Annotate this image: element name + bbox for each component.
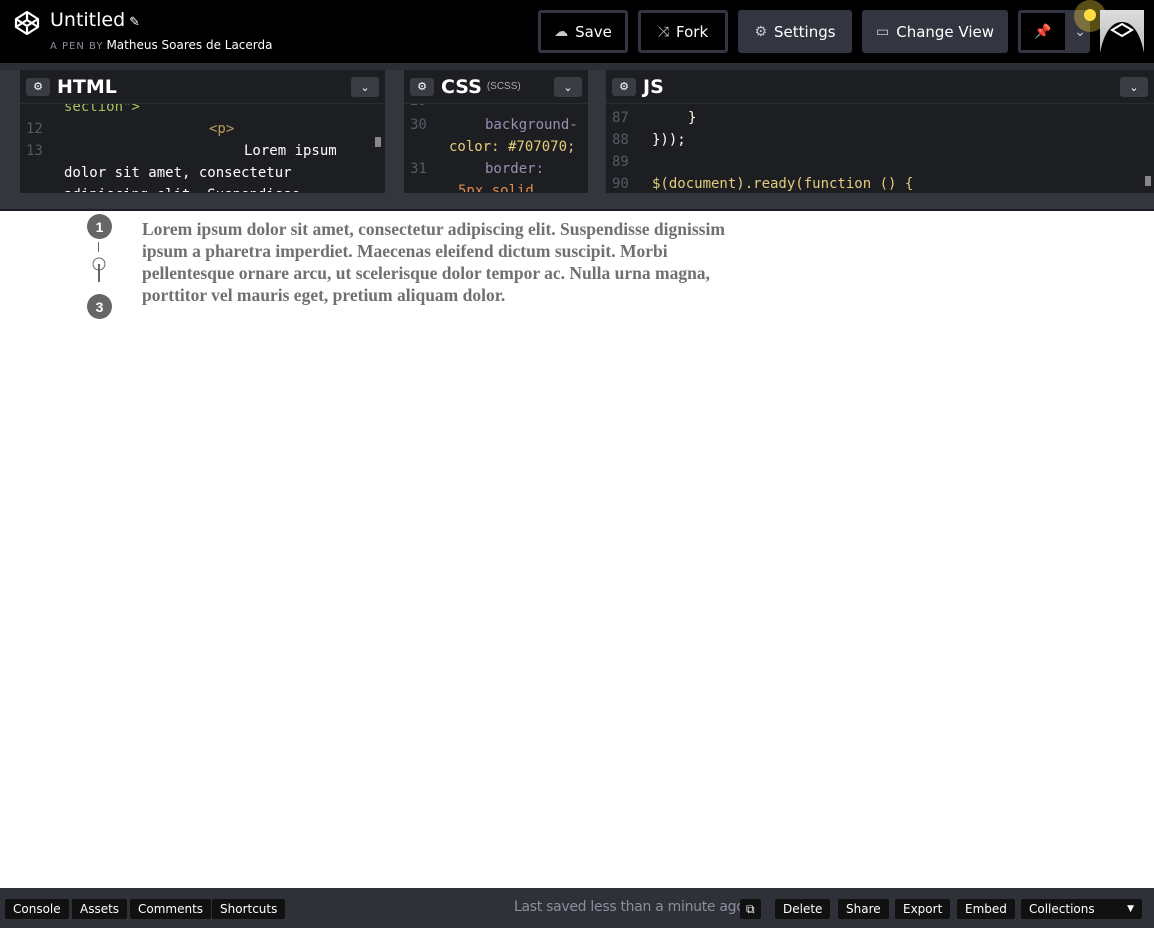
footer: Console Assets Comments Shortcuts Last s… [0,888,1154,928]
fork-icon: ⤨ [657,23,670,40]
gear-icon[interactable]: ⚙ [26,77,50,96]
embed-button[interactable]: Embed [957,899,1015,919]
gear-icon[interactable]: ⚙ [612,77,636,96]
scrollbar[interactable] [375,137,381,147]
console-button[interactable]: Console [5,899,69,919]
chevron-down-icon[interactable]: ⌄ [554,77,582,97]
pin-icon: 📌 [1034,23,1052,40]
save-button[interactable]: ☁ Save [538,10,628,53]
comments-button[interactable]: Comments [130,899,212,919]
divider [0,63,1154,70]
gear-icon[interactable]: ⚙ [410,77,434,96]
chevron-down-icon[interactable]: ⌄ [351,77,379,97]
pencil-icon[interactable]: ✎ [129,15,140,30]
preview-paragraph: Lorem ipsum dolor sit amet, consectetur … [142,219,725,305]
html-editor-header: ⚙ HTML ⌄ [20,70,385,104]
css-editor[interactable]: ⚙CSS(SCSS)⌄ 29 30background- color: #707… [404,70,588,193]
js-editor[interactable]: ⚙ JS ⌄ 87} 88})); 89 90 $(document).ready(f… [606,70,1154,193]
header: Untitled ✎ A PEN BY Matheus Soares de Lace… [0,0,1154,63]
save-status: Last saved less than a minute ago [514,899,745,915]
export-button[interactable]: Export [895,899,951,919]
settings-button[interactable]: ⚙ Settings [738,10,852,53]
external-link-icon: ⧉ [746,901,755,916]
pin-button[interactable]: 📌 [1018,10,1068,53]
cloud-icon: ☁ [554,23,569,40]
assets-button[interactable]: Assets [72,899,128,919]
byline: A PEN BY Matheus Soares de Lacerda [50,38,273,52]
html-editor[interactable]: ⚙ HTML ⌄ section"> 12 <p> 13 Lorem ipsum dol… [20,70,385,193]
preview-pane: 1 3 Lorem ipsum dolor sit amet, consecte… [0,211,1154,888]
collections-dropdown[interactable]: Collections ▼ [1021,899,1142,919]
fork-button[interactable]: ⤨ Fork [638,10,728,53]
gear-icon: ⚙ [754,23,768,40]
js-editor-header: ⚙ JS ⌄ [606,70,1154,104]
shortcuts-button[interactable]: Shortcuts [212,899,286,919]
change-view-button[interactable]: ▭ Change View [862,10,1008,53]
view-icon: ▭ [875,23,890,40]
editor-resize-handle[interactable] [0,193,1154,211]
caret-down-icon: ▼ [1127,904,1134,914]
css-editor-header: ⚙ CSS (SCSS) ⌄ [404,70,588,104]
connector-line [98,242,99,252]
external-link-button[interactable]: ⧉ [740,899,761,919]
editor-area: ⚙ HTML ⌄ section"> 12 <p> 13 Lorem ipsum dol… [0,70,1154,193]
chevron-down-icon[interactable]: ⌄ [1120,77,1148,97]
avatar[interactable] [1100,10,1144,53]
step-badge[interactable]: 1 [87,214,112,239]
delete-button[interactable]: Delete [775,899,831,919]
step-badge[interactable]: 3 [87,294,112,319]
share-button[interactable]: Share [838,899,889,919]
pen-title[interactable]: Untitled ✎ [50,9,140,31]
scrollbar[interactable] [1145,176,1151,186]
codepen-logo-icon[interactable] [14,10,40,36]
author-link[interactable]: Matheus Soares de Lacerda [106,38,272,52]
key-icon [92,257,106,282]
